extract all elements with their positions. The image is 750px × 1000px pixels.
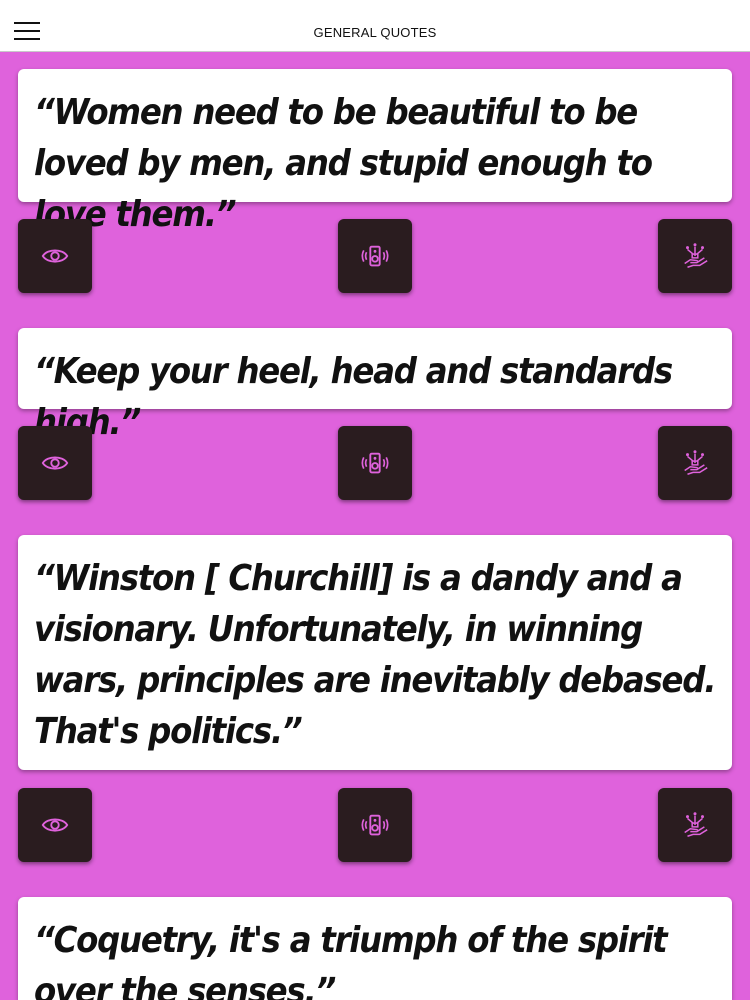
share-button[interactable] xyxy=(658,788,732,862)
speaker-icon xyxy=(361,452,389,474)
menu-line xyxy=(14,22,40,24)
hand-share-icon xyxy=(684,450,708,475)
view-button[interactable] xyxy=(18,788,92,862)
speak-button[interactable] xyxy=(338,788,412,862)
eye-icon xyxy=(41,249,69,263)
page-title: GENERAL QUOTES xyxy=(313,25,437,40)
hand-share-icon xyxy=(684,812,708,837)
quote-text: “Coquetry, it's a triumph of the spirit … xyxy=(34,920,668,1000)
speaker-icon xyxy=(361,814,389,836)
quote-text: “Women need to be beautiful to be loved … xyxy=(34,92,653,235)
quote-card: “Keep your heel, head and standards high… xyxy=(18,328,732,443)
share-button[interactable] xyxy=(658,426,732,500)
quote-card: “Winston [ Churchill] is a dandy and a v… xyxy=(18,535,732,770)
eye-icon xyxy=(41,456,69,470)
speak-button[interactable] xyxy=(338,219,412,293)
speaker-icon xyxy=(361,245,389,267)
hand-share-icon xyxy=(684,243,708,268)
view-button[interactable] xyxy=(18,426,92,500)
eye-icon xyxy=(41,818,69,832)
top-bar: GENERAL QUOTES xyxy=(0,0,750,52)
quote-card: “Women need to be beautiful to be loved … xyxy=(18,69,732,235)
quote-text: “Winston [ Churchill] is a dandy and a v… xyxy=(34,558,717,752)
quote-card: “Coquetry, it's a triumph of the spirit … xyxy=(18,897,732,1000)
speak-button[interactable] xyxy=(338,426,412,500)
share-button[interactable] xyxy=(658,219,732,293)
view-button[interactable] xyxy=(18,219,92,293)
